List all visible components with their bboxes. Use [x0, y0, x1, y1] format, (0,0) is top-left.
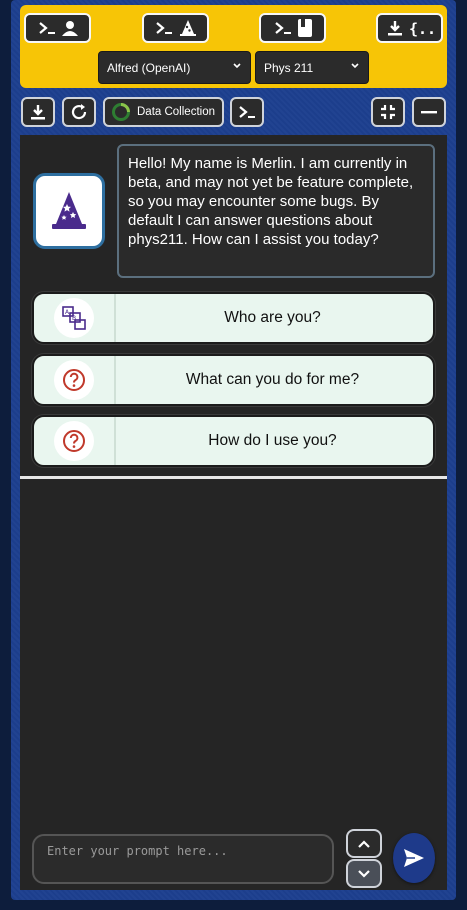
data-collection-label: Data Collection [137, 106, 215, 118]
download-chat-button[interactable] [21, 97, 55, 127]
suggestion-label: What can you do for me? [185, 371, 360, 388]
chevron-up-icon [358, 839, 370, 848]
icon-circle [54, 421, 94, 461]
assistant-message: Hello! My name is Merlin. I am currently… [117, 144, 435, 278]
refresh-button[interactable] [62, 97, 96, 127]
suggestion-how-do-i-use-you[interactable]: How do I use you? [32, 415, 435, 467]
terminal-book-button[interactable] [259, 13, 326, 43]
course-select-value: Phys 211 [264, 60, 314, 75]
identity-icon: A B [62, 306, 86, 330]
icon-circle [54, 360, 94, 400]
chevron-down-icon [233, 63, 241, 69]
terminal-icon [155, 22, 172, 34]
suggestion-label: Who are you? [224, 309, 321, 326]
course-select[interactable]: Phys 211 [255, 51, 369, 84]
suggestion-label: How do I use you? [208, 432, 337, 449]
scroll-down-button[interactable] [346, 859, 382, 888]
top-bar: {..} Alfred (OpenAI) Phys 211 [20, 5, 447, 88]
refresh-icon [71, 104, 87, 120]
model-select[interactable]: Alfred (OpenAI) [98, 51, 251, 84]
chat-divider [20, 476, 447, 479]
download-icon [387, 21, 402, 36]
download-icon [31, 105, 45, 120]
user-icon [61, 21, 78, 36]
terminal-icon [239, 106, 255, 118]
svg-text:B: B [72, 315, 76, 322]
terminal-icon [38, 22, 55, 34]
scroll-up-button[interactable] [346, 829, 382, 858]
wizard-hat-icon [52, 192, 86, 229]
suggestion-what-can-you-do[interactable]: What can you do for me? [32, 354, 435, 406]
send-button[interactable] [393, 833, 435, 883]
minus-icon [421, 111, 437, 114]
svg-text:{..}: {..} [409, 20, 433, 37]
suggestion-icon-cell [34, 356, 116, 404]
chevron-down-icon [358, 869, 370, 878]
minimize-view-button[interactable] [371, 97, 405, 127]
terminal-wizard-button[interactable] [142, 13, 209, 43]
book-icon [297, 19, 312, 37]
icon-circle: A B [54, 298, 94, 338]
terminal-icon [274, 22, 291, 34]
terminal-button[interactable] [230, 97, 264, 127]
prompt-input[interactable]: Enter your prompt here... [32, 834, 334, 884]
download-json-button[interactable]: {..} [376, 13, 443, 43]
assistant-avatar [33, 173, 105, 249]
collapse-button[interactable] [412, 97, 446, 127]
suggestion-icon-cell [34, 417, 116, 465]
chat-panel: Hello! My name is Merlin. I am currently… [20, 135, 447, 890]
compress-icon [381, 105, 395, 119]
model-select-value: Alfred (OpenAI) [107, 60, 191, 75]
terminal-user-button[interactable] [24, 13, 91, 43]
suggestion-who-are-you[interactable]: A B Who are you? [32, 292, 435, 344]
chevron-down-icon [351, 63, 359, 69]
wizard-hat-icon [179, 20, 196, 36]
question-icon [63, 430, 85, 452]
data-collection-button[interactable]: Data Collection [103, 97, 224, 127]
json-braces-icon: {..} [409, 20, 433, 37]
progress-ring-icon [112, 103, 130, 121]
suggestion-icon-cell: A B [34, 294, 116, 342]
question-icon [63, 369, 85, 391]
send-icon [404, 849, 424, 867]
